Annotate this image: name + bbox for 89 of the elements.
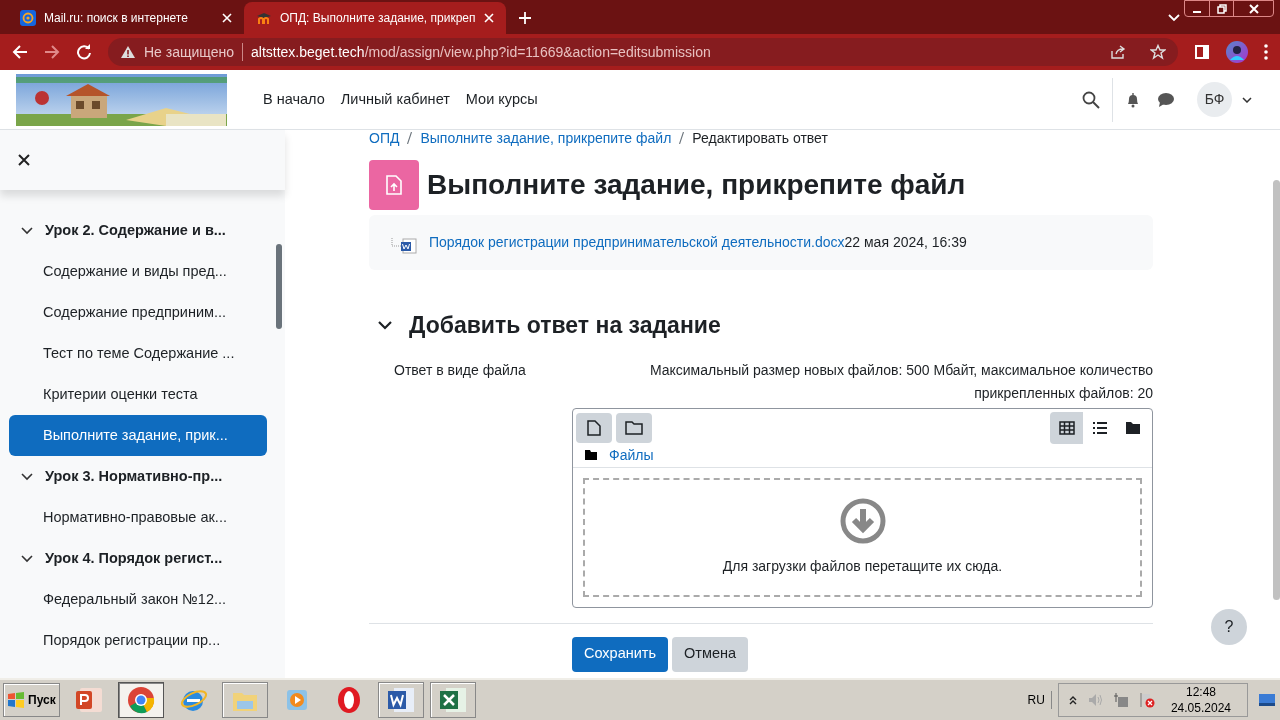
folder-view-icon [1124, 420, 1141, 435]
chevron-up-icon[interactable] [1068, 695, 1077, 705]
sidebar-item[interactable]: Тест по теме Содержание ... [9, 333, 267, 374]
file-link[interactable]: Порядок регистрации предпринимательской деятельности.docx [429, 232, 845, 253]
help-button[interactable]: ? [1211, 609, 1247, 645]
nav-link[interactable]: Личный кабинет [340, 88, 450, 111]
breadcrumb-separator-icon [407, 132, 413, 144]
file-limits-text: Максимальный размер новых файлов: 500 Мбайт, максимальное количество прикрепленных файлов: 20 [648, 360, 1153, 403]
file-upload-icon [386, 175, 402, 195]
security-label: Не защищено [144, 42, 234, 62]
breadcrumb-current-text: Редактировать ответ [692, 131, 828, 145]
sidebar-item[interactable]: Содержание и виды пред... [9, 251, 267, 292]
sidebar-item[interactable]: Нормативно-правовые ак... [9, 497, 267, 538]
new-tab-icon[interactable] [517, 11, 532, 25]
list-view-icon [1091, 420, 1108, 435]
browser-tab[interactable]: ОПД: Выполните задание, прикреп [244, 2, 506, 34]
save-button[interactable]: Сохранить [572, 636, 669, 672]
grid-view-icon [1058, 420, 1075, 435]
breadcrumb-separator-icon [679, 132, 685, 144]
chat-icon[interactable] [1157, 91, 1175, 108]
sidebar-item[interactable]: Федеральный закон №12... [9, 579, 267, 620]
tree-line-icon [391, 237, 401, 248]
folder-icon [625, 420, 643, 435]
section-link[interactable]: Урок 4. Порядок регист... [45, 548, 223, 570]
close-icon [1248, 3, 1259, 14]
more-icon[interactable] [1264, 44, 1268, 60]
new-folder-button[interactable] [616, 412, 652, 443]
windows-logo-icon [7, 692, 25, 708]
section-link[interactable]: Урок 2. Содержание и в... [45, 220, 226, 242]
taskbar-app[interactable] [377, 682, 424, 718]
cancel-button[interactable]: Отмена [672, 636, 749, 672]
avatar-icon[interactable] [1226, 41, 1248, 63]
file-date: 22 мая 2024, 16:39 [844, 233, 967, 252]
drop-zone-text: Для загрузки файлов перетащите их сюда. [722, 556, 1003, 576]
sidebar-item[interactable]: Содержание предприним... [9, 292, 267, 333]
breadcrumb-link[interactable]: ОПД [369, 131, 400, 145]
start-button[interactable]: Пуск [3, 683, 60, 717]
minimize-icon [1193, 10, 1201, 13]
clock[interactable]: 12:48 24.05.2024 [1164, 684, 1237, 716]
star-icon[interactable] [1150, 44, 1166, 60]
drop-zone[interactable]: Для загрузки файлов перетащите их сюда. [583, 477, 1142, 597]
sidebar-item[interactable]: Порядок регистрации пр... [9, 620, 267, 661]
spreadsheet-x-app-icon [437, 685, 468, 715]
share-icon[interactable] [1110, 44, 1126, 60]
taskbar-app[interactable] [221, 682, 268, 718]
close-icon[interactable] [18, 154, 30, 166]
field-label: Ответ в виде файла [393, 360, 527, 380]
slides-app-icon [73, 685, 104, 715]
back-arrow-icon[interactable] [12, 44, 28, 60]
file-icon [587, 419, 601, 436]
sidebar-item[interactable]: Выполните задание, прик... [9, 415, 267, 456]
flag-error-icon[interactable] [1138, 692, 1155, 708]
document-w-app-icon [385, 685, 416, 715]
reload-icon[interactable] [76, 44, 92, 60]
scrollbar-thumb[interactable] [1273, 180, 1280, 600]
section-heading[interactable]: Добавить ответ на задание [409, 308, 721, 343]
browser-app-icon [125, 685, 156, 715]
taskbar-app[interactable] [117, 682, 164, 718]
bell-icon[interactable] [1125, 91, 1141, 108]
nav-link[interactable]: Мои курсы [465, 88, 538, 111]
language-indicator[interactable]: RU [1027, 691, 1052, 709]
search-icon[interactable] [1082, 90, 1100, 109]
folder-icon [585, 450, 597, 460]
chevron-down-icon[interactable] [21, 473, 33, 481]
show-desktop-icon[interactable] [1258, 692, 1276, 708]
sidebar-item[interactable]: Критерии оценки теста [9, 374, 267, 415]
chevron-down-icon[interactable] [1242, 96, 1252, 103]
restore-icon [1216, 3, 1227, 14]
warning-icon [120, 45, 136, 59]
browser-tab[interactable]: Mail.ru: поиск в интернете [8, 2, 244, 34]
chevron-down-icon[interactable] [21, 555, 33, 563]
address-bar[interactable]: Не защищено altsttex.beget.tech/mod/assign/view.php?id=11669&action=editsubmission [108, 38, 1178, 66]
word-file-icon [401, 237, 417, 254]
nav-link[interactable]: В начало [263, 88, 325, 111]
breadcrumb-link[interactable]: Выполните задание, прикрепите файл [420, 131, 672, 145]
scrollbar-thumb[interactable] [276, 244, 282, 329]
graduation-cap-icon [256, 10, 272, 26]
page-title: Выполните задание, прикрепите файл [427, 168, 966, 202]
side-panel-icon[interactable] [1194, 44, 1210, 60]
section-link[interactable]: Урок 3. Нормативно-пр... [45, 466, 223, 488]
user-avatar[interactable]: БФ [1197, 82, 1232, 117]
chevron-down-icon[interactable] [21, 227, 33, 235]
taskbar-app[interactable] [429, 682, 476, 718]
url-text: altsttex.beget.tech/mod/assign/view.php?id=11669&action=editsubmission [251, 42, 712, 62]
view-toggle[interactable] [1050, 411, 1083, 444]
add-file-button[interactable] [576, 412, 612, 443]
chevron-down-icon[interactable] [377, 320, 393, 331]
forward-arrow-icon[interactable] [44, 44, 60, 60]
folder-path-link[interactable]: Файлы [609, 444, 654, 466]
